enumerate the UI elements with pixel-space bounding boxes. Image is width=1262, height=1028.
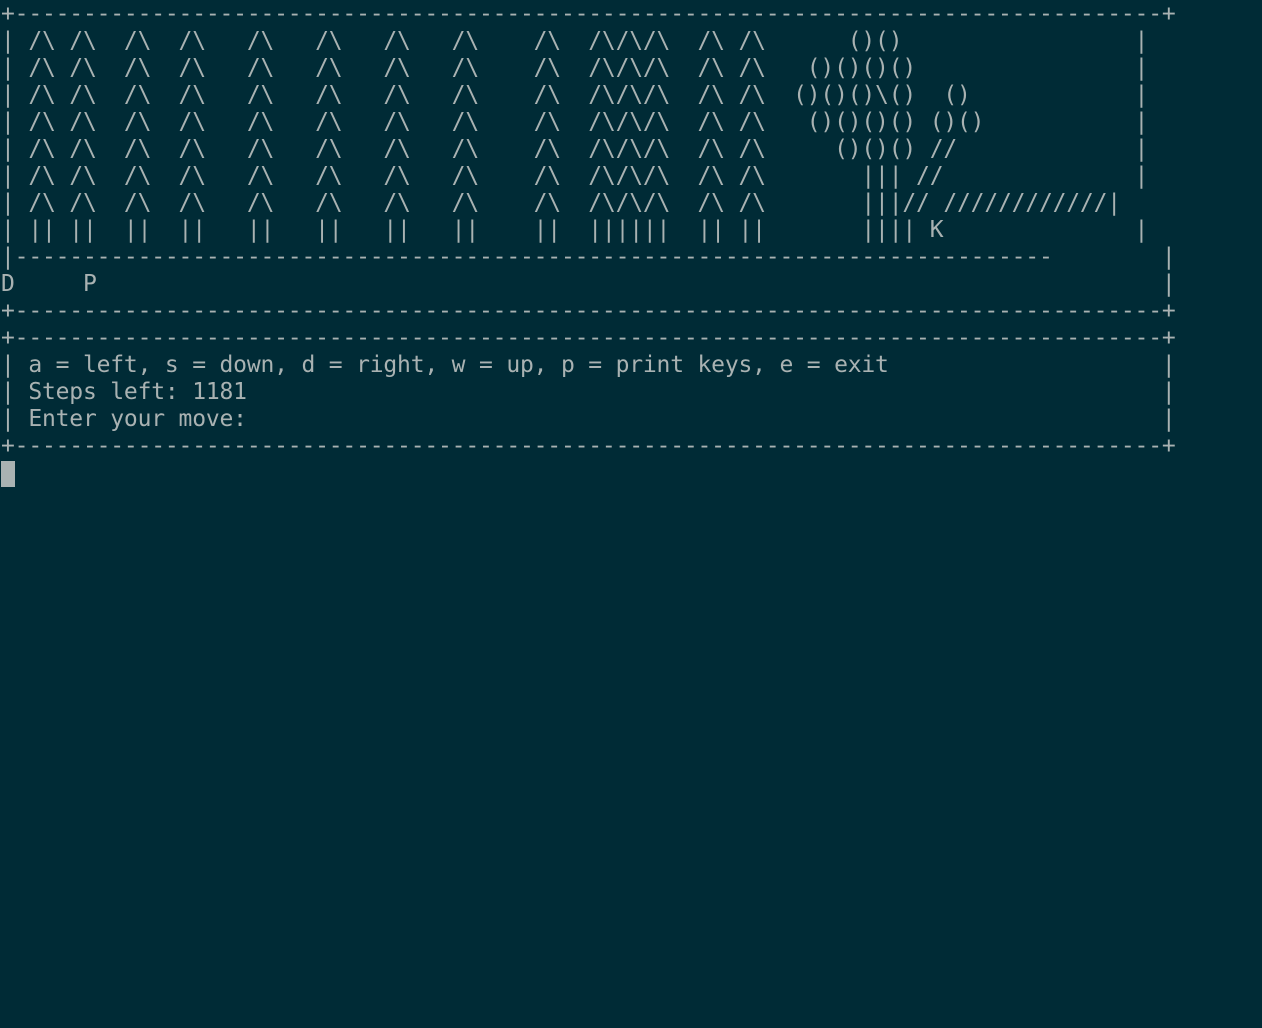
game-row-7: | /\ /\ /\ /\ /\ /\ /\ /\ /\ /\/\/\ /\ /… [1,190,1121,216]
controls-border-top: +---------------------------------------… [1,325,1176,351]
controls-border-bottom: +---------------------------------------… [1,433,1176,459]
move-prompt: | Enter your move: | [1,406,1176,432]
game-border-bottom: +---------------------------------------… [1,298,1176,324]
controls-help-text: | a = left, s = down, d = right, w = up,… [1,352,1176,378]
game-ground-row: D P | [1,271,1176,297]
game-row-2: | /\ /\ /\ /\ /\ /\ /\ /\ /\ /\/\/\ /\ /… [1,55,1149,81]
game-row-5: | /\ /\ /\ /\ /\ /\ /\ /\ /\ /\/\/\ /\ /… [1,136,1149,162]
terminal-screen: +---------------------------------------… [1,1,1176,460]
game-row-6: | /\ /\ /\ /\ /\ /\ /\ /\ /\ /\/\/\ /\ /… [1,163,1149,189]
game-row-4: | /\ /\ /\ /\ /\ /\ /\ /\ /\ /\/\/\ /\ /… [1,109,1149,135]
game-row-3: | /\ /\ /\ /\ /\ /\ /\ /\ /\ /\/\/\ /\ /… [1,82,1149,108]
game-row-1: | /\ /\ /\ /\ /\ /\ /\ /\ /\ /\/\/\ /\ /… [1,28,1149,54]
terminal-window[interactable]: +---------------------------------------… [0,0,1262,1028]
terminal-cursor[interactable] [1,461,15,487]
game-row-8: | || || || || || || || || || |||||| || |… [1,217,1149,243]
game-floor-line: |---------------------------------------… [1,244,1176,270]
steps-left-text: | Steps left: 1181 | [1,379,1176,405]
game-border-top: +---------------------------------------… [1,1,1176,27]
